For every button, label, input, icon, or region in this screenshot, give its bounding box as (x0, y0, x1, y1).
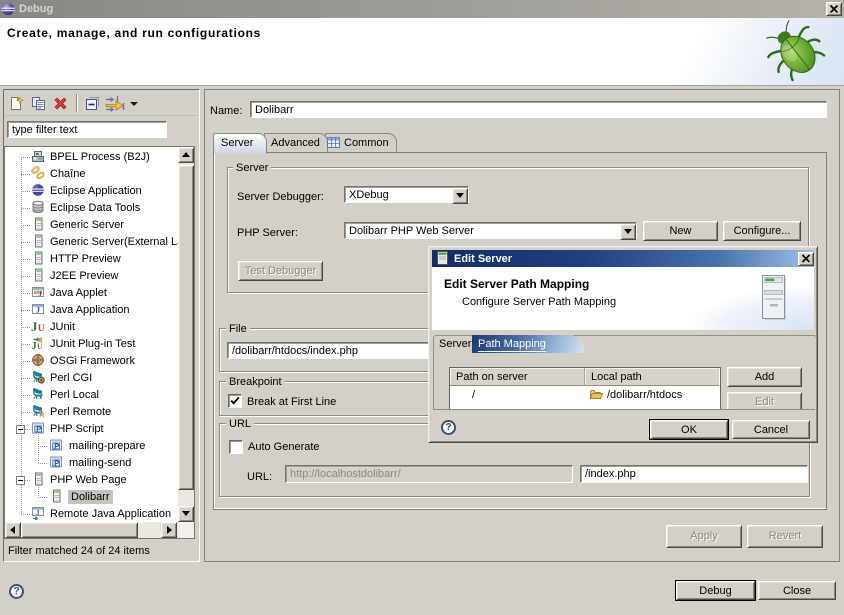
svg-text:J: J (32, 341, 37, 350)
svg-text:R: R (39, 413, 44, 419)
svg-text:J: J (36, 306, 40, 315)
svg-text:J: J (36, 509, 40, 517)
svg-text:J: J (38, 289, 42, 298)
svg-text:U: U (37, 342, 43, 350)
svg-text:U: U (38, 324, 45, 333)
